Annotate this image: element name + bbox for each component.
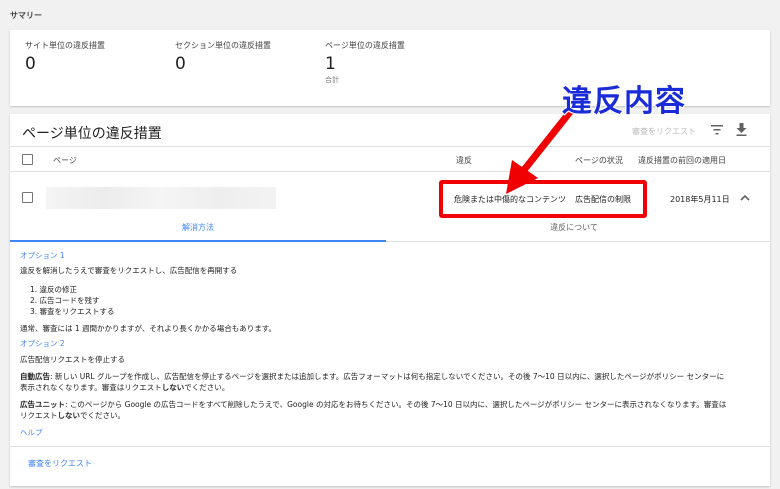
column-violation[interactable]: 違反	[456, 155, 472, 166]
ad-unit-text: リクエスト	[20, 411, 58, 420]
metric-label: サイト単位の違反措置	[25, 41, 105, 50]
footer-divider	[10, 446, 770, 447]
annotation-label: 違反内容	[561, 83, 686, 120]
page-url-redacted	[46, 187, 276, 209]
help-link[interactable]: ヘルプ	[20, 427, 43, 438]
row-date: 2018年5月11日	[670, 195, 730, 204]
filter-icon[interactable]	[711, 125, 723, 135]
option1-title: オプション 1	[20, 251, 65, 260]
ad-unit-line1: 広告ユニット: このページから Google の広告コードをすべて削除したうえで…	[20, 399, 726, 410]
step-item: 1. 違反の修正	[30, 285, 78, 294]
option2-description: 広告配信リクエストを停止する	[20, 355, 125, 364]
step-item: 2. 広告コードを残す	[30, 296, 100, 305]
request-review-button-disabled[interactable]: 審査をリクエスト	[632, 126, 696, 137]
auto-ads-text: : 新しい URL グループを作成し、広告配信を停止するページを選択または追加し…	[50, 372, 725, 381]
column-last-applied[interactable]: 違反措置の前回の適用日	[638, 155, 726, 166]
emphasis-not: しない	[57, 411, 81, 420]
ad-unit-text: : このページから Google の広告コードをすべて削除したうえで、Googl…	[65, 400, 727, 409]
emphasis-not: しない	[161, 383, 185, 392]
detail-tabs: 解消方法 違反について	[10, 214, 770, 242]
auto-ads-label: 自動広告	[20, 372, 50, 381]
metric-value: 1	[325, 54, 336, 74]
download-icon[interactable]	[736, 123, 747, 136]
annotation-highlight-box	[439, 180, 647, 218]
auto-ads-text: でください。	[184, 383, 230, 392]
request-review-link[interactable]: 審査をリクエスト	[28, 458, 92, 469]
ad-unit-label: 広告ユニット	[20, 400, 65, 409]
select-all-checkbox[interactable]	[22, 154, 33, 165]
page-violations-card: ページ単位の違反措置 審査をリクエスト ページ 違反 ページの状況 違反措置の前…	[10, 114, 770, 486]
metric-section: セクション単位の違反措置 0	[175, 40, 271, 73]
card-title: ページ単位の違反措置	[22, 126, 162, 142]
metric-value: 0	[25, 54, 36, 74]
ad-unit-text: でください。	[80, 411, 125, 420]
metric-label: ページ単位の違反措置	[325, 41, 405, 50]
table-row[interactable]: 危険または中傷的なコンテンツ 広告配信の制限 2018年5月11日	[10, 184, 770, 212]
metric-site: サイト単位の違反措置 0	[25, 40, 105, 73]
table-column-headers: ページ 違反 ページの状況 違反措置の前回の適用日	[10, 146, 770, 172]
tab-resolution[interactable]: 解消方法	[10, 214, 386, 242]
row-checkbox[interactable]	[22, 192, 33, 203]
option1-description: 違反を解消したうえで審査をリクエストし、広告配信を再開する	[20, 266, 238, 275]
ad-unit-line2: リクエストしないでください。	[20, 410, 125, 421]
auto-ads-line2: 表示されなくなります。審査はリクエストしないでください。	[20, 382, 229, 393]
auto-ads-text: 表示されなくなります。審査はリクエスト	[20, 383, 162, 392]
metric-label: セクション単位の違反措置	[175, 41, 271, 50]
metric-sub: 合計	[325, 76, 339, 84]
review-note: 通常、審査には 1 週間かかりますが、それより長くかかる場合もあります。	[20, 324, 276, 333]
option2-title: オプション 2	[20, 339, 65, 348]
metric-value: 0	[175, 54, 186, 74]
metric-page: ページ単位の違反措置 1 合計	[325, 40, 405, 85]
tab-about-violation[interactable]: 違反について	[386, 214, 762, 242]
column-page[interactable]: ページ	[53, 155, 77, 166]
summary-section-title: サマリー	[10, 11, 42, 20]
auto-ads-line1: 自動広告: 新しい URL グループを作成し、広告配信を停止するページを選択また…	[20, 371, 724, 382]
chevron-up-icon[interactable]	[740, 194, 750, 201]
step-item: 3. 審査をリクエストする	[30, 307, 115, 316]
